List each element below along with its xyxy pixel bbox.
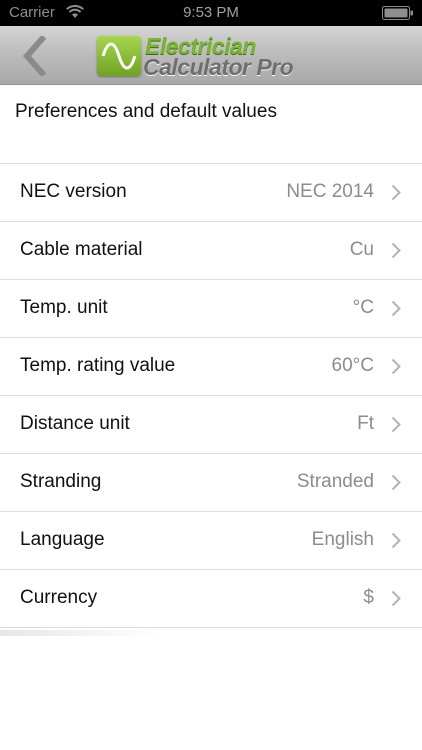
setting-label: Temp. rating value: [20, 355, 176, 376]
setting-row-stranding[interactable]: Stranding Stranded: [0, 454, 422, 512]
setting-value: Stranded: [296, 471, 374, 492]
logo-title-line-2: Calculator Pro: [143, 54, 294, 80]
setting-value: Ft: [357, 413, 374, 434]
setting-row-currency[interactable]: Currency $: [0, 570, 422, 628]
chevron-right-icon: [391, 358, 401, 375]
chevron-right-icon: [391, 532, 401, 549]
setting-label: Cable material: [20, 239, 143, 260]
setting-label: NEC version: [20, 181, 127, 202]
setting-label: Distance unit: [20, 413, 130, 434]
nav-bar: Electrician Calculator Pro: [0, 26, 422, 85]
chevron-right-icon: [391, 184, 401, 201]
setting-row-temp-unit[interactable]: Temp. unit °C: [0, 280, 422, 338]
chevron-right-icon: [391, 242, 401, 259]
chevron-left-icon: [22, 34, 47, 78]
settings-list: NEC version NEC 2014 Cable material Cu T…: [0, 164, 422, 628]
setting-value: English: [311, 529, 374, 550]
setting-row-nec-version[interactable]: NEC version NEC 2014: [0, 164, 422, 222]
status-bar: Carrier 9:53 PM: [0, 0, 422, 26]
section-title: Preferences and default values: [15, 101, 277, 122]
setting-row-cable-material[interactable]: Cable material Cu: [0, 222, 422, 280]
battery-icon: [382, 6, 413, 20]
chevron-right-icon: [391, 300, 401, 317]
setting-value: $: [363, 587, 374, 608]
setting-value: Cu: [349, 239, 374, 260]
setting-row-language[interactable]: Language English: [0, 512, 422, 570]
setting-value: NEC 2014: [286, 181, 374, 202]
setting-value: 60°C: [331, 355, 374, 376]
setting-row-distance-unit[interactable]: Distance unit Ft: [0, 396, 422, 454]
chevron-right-icon: [391, 590, 401, 607]
setting-row-temp-rating[interactable]: Temp. rating value 60°C: [0, 338, 422, 396]
setting-label: Currency: [20, 587, 98, 608]
setting-label: Language: [20, 529, 105, 550]
list-bottom-shadow: [0, 630, 160, 636]
setting-label: Temp. unit: [20, 297, 108, 318]
sine-wave-icon: [101, 42, 137, 70]
app-logo: Electrician Calculator Pro: [97, 34, 327, 79]
status-time: 9:53 PM: [183, 4, 239, 21]
back-button[interactable]: [18, 34, 54, 78]
setting-value: °C: [352, 297, 374, 318]
chevron-right-icon: [391, 474, 401, 491]
setting-label: Stranding: [20, 471, 102, 492]
logo-mark: [97, 36, 141, 76]
chevron-right-icon: [391, 416, 401, 433]
